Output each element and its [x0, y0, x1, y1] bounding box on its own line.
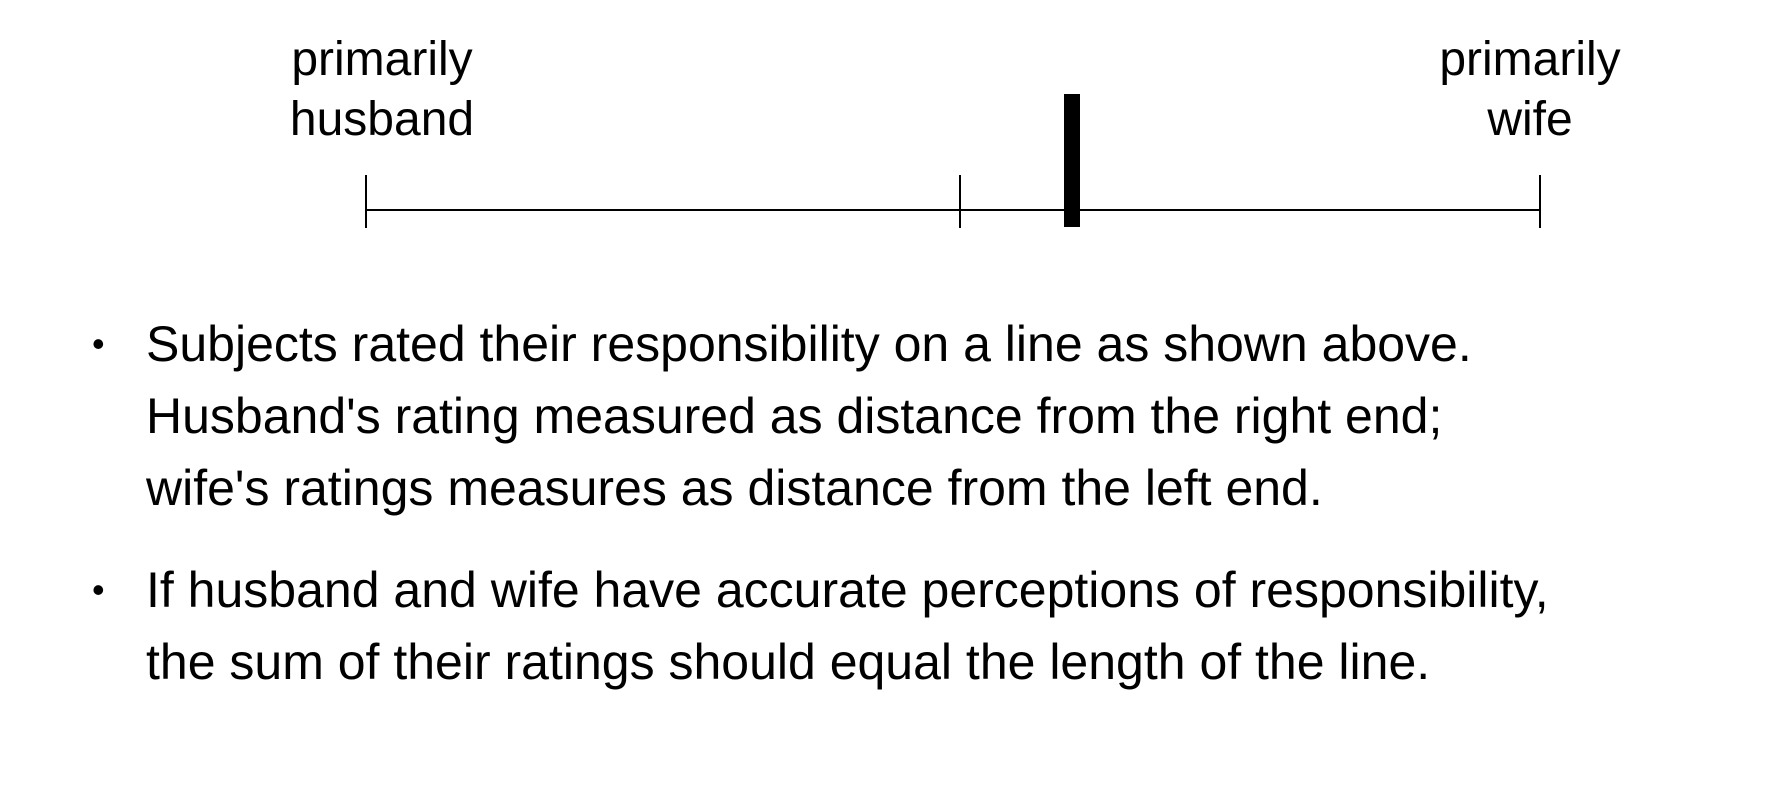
bullet-item-method: • Subjects rated their responsibility on… — [92, 308, 1752, 524]
bullet-item-hypothesis: • If husband and wife have accurate perc… — [92, 554, 1752, 698]
bullet-text-line: wife's ratings measures as distance from… — [146, 460, 1323, 516]
rating-marker — [1064, 94, 1080, 227]
bullet-text-line: If husband and wife have accurate percep… — [146, 562, 1549, 618]
bullet-text-line: the sum of their ratings should equal th… — [146, 634, 1431, 690]
bullet-list: • Subjects rated their responsibility on… — [92, 308, 1752, 728]
bullet-text-line: Husband's rating measured as distance fr… — [146, 388, 1443, 444]
rating-scale-diagram — [365, 94, 1541, 228]
bullet-text-line: Subjects rated their responsibility on a… — [146, 316, 1472, 372]
bullet-icon: • — [92, 569, 105, 610]
bullet-icon: • — [92, 323, 105, 364]
